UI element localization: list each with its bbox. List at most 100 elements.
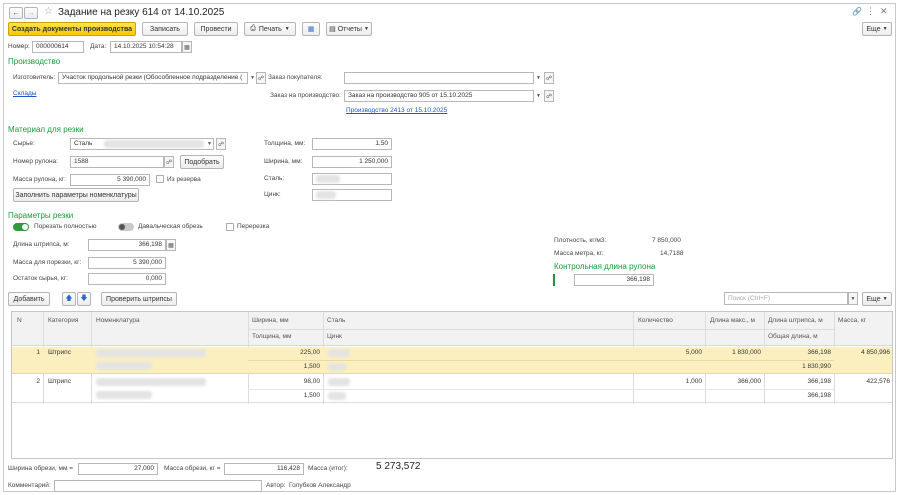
trim-mass-field[interactable]: 116,428 bbox=[224, 463, 304, 475]
document-window: ← → ☆ Задание на резку 614 от 14.10.2025… bbox=[3, 3, 896, 492]
control-length-marker bbox=[553, 274, 555, 286]
date-field[interactable]: 14.10.2025 10:54:28 bbox=[110, 41, 182, 53]
customer-order-label: Заказ покупателя: bbox=[268, 74, 323, 81]
col-steel[interactable]: Сталь bbox=[327, 317, 345, 324]
chevron-down-icon[interactable]: ▼ bbox=[207, 141, 212, 147]
row1-item-hidden-2 bbox=[96, 362, 152, 370]
row2-zinc-hidden bbox=[328, 392, 346, 400]
row2-item-hidden-2 bbox=[96, 391, 152, 399]
cut-all-label: Порезать полностью bbox=[34, 223, 97, 230]
open-link-icon[interactable]: ☍ bbox=[164, 156, 174, 168]
col-strip-len[interactable]: Длина штрипса, м bbox=[768, 317, 823, 324]
mass-field[interactable]: 5 390,000 bbox=[70, 174, 150, 186]
material-section-title: Материал для резки bbox=[8, 125, 84, 134]
table-more-button[interactable]: Еще ▼ bbox=[862, 292, 892, 306]
col-mass[interactable]: Масса, кг bbox=[838, 317, 866, 324]
chevron-down-icon[interactable]: ▼ bbox=[848, 292, 858, 305]
save-button[interactable]: Записать bbox=[142, 22, 188, 36]
open-link-icon[interactable]: ☍ bbox=[544, 72, 554, 84]
roll-field[interactable]: 1588 bbox=[70, 156, 164, 168]
col-width[interactable]: Ширина, мм bbox=[252, 317, 289, 324]
chevron-down-icon: ▼ bbox=[882, 296, 888, 302]
col-thickness[interactable]: Толщина, мм bbox=[252, 333, 291, 340]
trim-width-label: Ширина обрези, мм = bbox=[8, 465, 74, 472]
arrow-down-icon: 🡇 bbox=[80, 294, 88, 302]
row2-qty: 1,000 bbox=[685, 378, 702, 385]
menu-dots-icon[interactable]: ⋮ bbox=[866, 6, 875, 17]
reports-button[interactable]: ▤ Отчеты ▼ bbox=[326, 22, 372, 36]
chevron-down-icon[interactable]: ▼ bbox=[536, 75, 541, 81]
col-zinc[interactable]: Цинк bbox=[327, 333, 342, 340]
strip-len-field[interactable]: 366,198 bbox=[88, 239, 166, 251]
col-max-len[interactable]: Длина макс., м bbox=[710, 317, 755, 324]
reserve-checkbox[interactable] bbox=[156, 175, 164, 183]
toggle-knob bbox=[22, 224, 28, 230]
maker-field[interactable]: Участок продольной резки (Обособленное п… bbox=[58, 72, 248, 84]
open-link-icon[interactable]: ☍ bbox=[544, 90, 554, 102]
row2-item-hidden bbox=[96, 378, 206, 386]
raw-hidden-detail bbox=[104, 140, 204, 148]
col-item[interactable]: Номенклатура bbox=[96, 317, 140, 324]
search-input[interactable]: Поиск (Ctrl+F) bbox=[724, 292, 848, 305]
row2-mass: 422,576 bbox=[866, 378, 891, 385]
back-button[interactable]: ← bbox=[9, 7, 23, 19]
row2-category: Штрипс bbox=[48, 378, 71, 385]
prod-order-field[interactable]: Заказ на производство 905 от 15.10.2025 bbox=[344, 90, 534, 102]
chevron-down-icon[interactable]: ▼ bbox=[536, 93, 541, 99]
date-label: Дата: bbox=[90, 43, 107, 50]
warehouses-link[interactable]: Склады bbox=[13, 90, 36, 97]
row1-strip-len: 366,198 bbox=[807, 349, 832, 356]
fill-params-button[interactable]: Заполнить параметры номенклатуры bbox=[13, 188, 139, 202]
check-strips-button[interactable]: Проверить штрипсы bbox=[101, 292, 177, 306]
row1-width: 225,00 bbox=[300, 349, 320, 356]
cut-all-toggle[interactable] bbox=[13, 223, 29, 231]
add-row-button[interactable]: Добавить bbox=[8, 292, 50, 306]
remain-field[interactable]: 0,000 bbox=[88, 273, 166, 285]
link-icon[interactable]: 🔗 bbox=[852, 7, 862, 16]
col-qty[interactable]: Количество bbox=[638, 317, 673, 324]
tolling-toggle[interactable] bbox=[118, 223, 134, 231]
comment-field[interactable] bbox=[54, 480, 262, 492]
print-button[interactable]: ⎙ Печать ▼ bbox=[244, 22, 296, 36]
close-icon[interactable]: ✕ bbox=[880, 6, 888, 17]
calculator-icon[interactable]: ▦ bbox=[166, 239, 176, 251]
thickness-field[interactable]: 1,50 bbox=[312, 138, 392, 150]
move-down-button[interactable]: 🡇 bbox=[77, 292, 91, 306]
col-total-len[interactable]: Общая длина, м bbox=[768, 333, 818, 340]
reports-label: Отчеты bbox=[337, 25, 362, 33]
open-link-icon[interactable]: ☍ bbox=[216, 138, 226, 150]
recut-checkbox[interactable] bbox=[226, 223, 234, 231]
remain-label: Остаток сырья, кг: bbox=[13, 275, 68, 282]
structure-button[interactable]: ▦ bbox=[302, 22, 320, 36]
number-label: Номер: bbox=[8, 43, 30, 50]
col-category[interactable]: Категория bbox=[48, 317, 78, 324]
pick-button[interactable]: Подобрать bbox=[180, 155, 224, 169]
number-field[interactable]: 000000614 bbox=[32, 41, 84, 53]
total-mass-value: 5 273,572 bbox=[376, 461, 421, 472]
control-length-field[interactable]: 366,198 bbox=[574, 274, 654, 286]
row1-mass: 4 850,996 bbox=[861, 349, 890, 356]
move-up-button[interactable]: 🡅 bbox=[62, 292, 76, 306]
create-production-docs-button[interactable]: Создать документы производства bbox=[8, 22, 136, 36]
row1-total-len: 1 830,990 bbox=[802, 363, 831, 370]
forward-button[interactable]: → bbox=[24, 7, 38, 19]
more-label: Еще bbox=[866, 25, 881, 33]
cut-mass-field[interactable]: 5 390,000 bbox=[88, 257, 166, 269]
calendar-icon[interactable]: ▦ bbox=[182, 41, 192, 53]
raw-label: Сырье: bbox=[13, 140, 35, 147]
col-n[interactable]: N bbox=[17, 317, 22, 324]
open-link-icon[interactable]: ☍ bbox=[256, 72, 266, 84]
width-field[interactable]: 1 250,000 bbox=[312, 156, 392, 168]
customer-order-field[interactable] bbox=[344, 72, 534, 84]
post-button[interactable]: Провести bbox=[194, 22, 238, 36]
raw-value: Сталь bbox=[74, 140, 93, 147]
control-length-title: Контрольная длина рулона bbox=[554, 262, 656, 271]
reserve-label: Из резерва bbox=[167, 176, 201, 183]
row1-item-hidden bbox=[96, 349, 206, 357]
favorite-star-icon[interactable]: ☆ bbox=[44, 6, 53, 17]
trim-width-field[interactable]: 27,000 bbox=[78, 463, 158, 475]
chevron-down-icon[interactable]: ▼ bbox=[250, 75, 255, 81]
zinc-hidden-value bbox=[316, 191, 336, 199]
production-doc-link[interactable]: Производство 2413 от 15.10.2025 bbox=[346, 107, 447, 114]
more-button[interactable]: Еще ▼ bbox=[862, 22, 892, 36]
